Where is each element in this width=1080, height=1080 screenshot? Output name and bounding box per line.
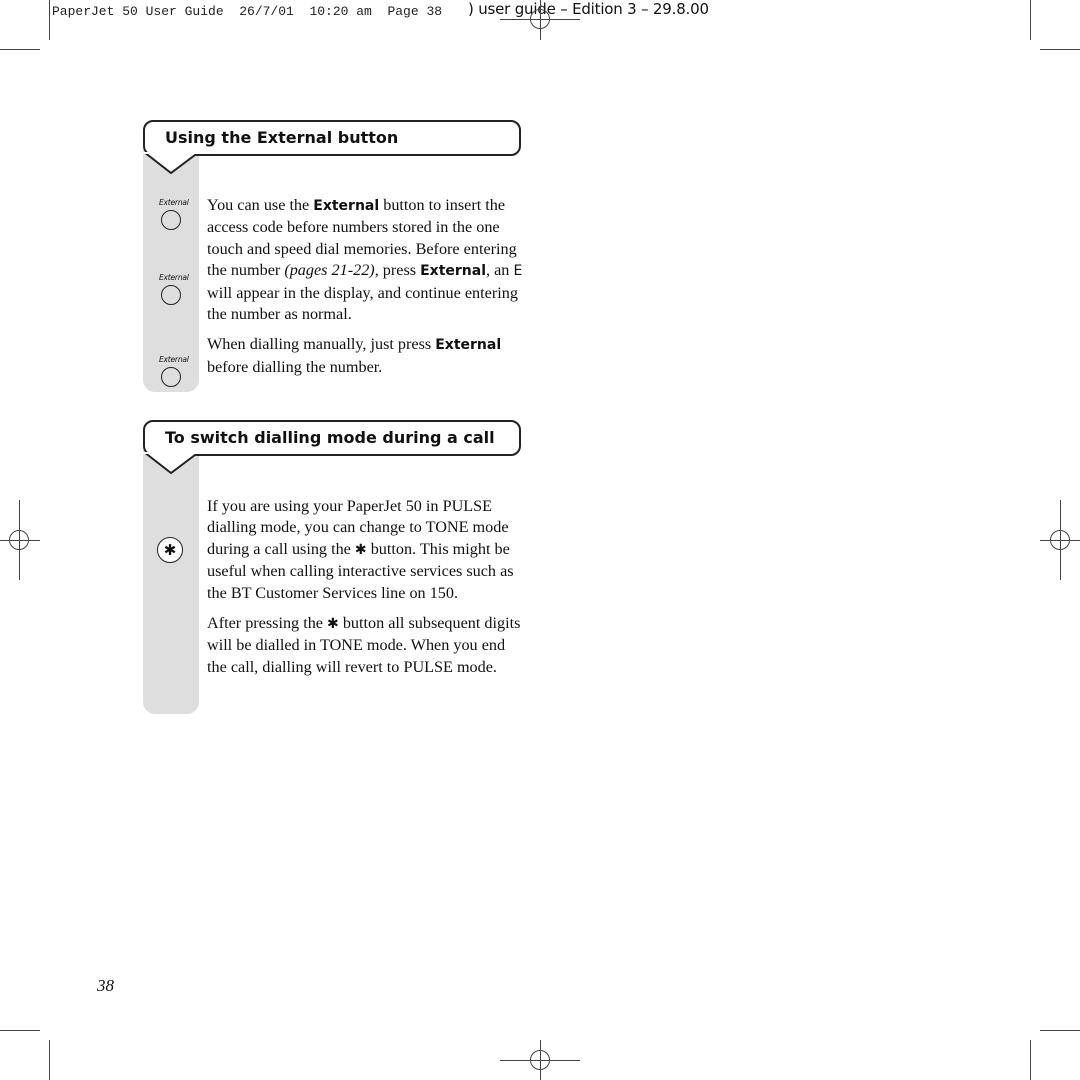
crop-mark <box>1030 1040 1031 1080</box>
external-button-icon: External <box>159 273 189 305</box>
section-heading: Using the External button <box>165 128 399 147</box>
page-reference: (pages 21-22) <box>284 261 375 280</box>
crop-mark <box>0 1030 40 1031</box>
paragraph: When dialling manually, just press Exter… <box>207 335 502 376</box>
print-slug: PaperJet 50 User Guide 26/7/01 10:20 am … <box>52 4 443 19</box>
star-icon: ✱ <box>327 616 339 633</box>
crop-mark <box>1040 1030 1080 1031</box>
star-button-icon: ✱ <box>157 537 183 563</box>
external-button-icon: External <box>159 355 189 387</box>
crop-mark <box>49 0 50 40</box>
paragraph: After pressing the ✱ button all subseque… <box>207 614 521 676</box>
section-body: If you are using your PaperJet 50 in PUL… <box>207 496 527 687</box>
external-button-icon: External <box>159 198 189 230</box>
section-heading: To switch dialling mode during a call <box>165 428 495 447</box>
crop-mark <box>1040 49 1080 50</box>
print-slug-edition: ) user guide – Edition 3 – 29.8.00 <box>468 0 709 18</box>
heading-pointer <box>143 452 201 475</box>
paragraph: You can use the External button to inser… <box>207 196 523 324</box>
circle-button-icon <box>161 210 181 230</box>
crop-mark <box>49 1040 50 1080</box>
section-heading-box: To switch dialling mode during a call <box>143 420 521 456</box>
button-sidebar <box>143 450 199 714</box>
section-heading-box: Using the External button <box>143 120 521 156</box>
crop-mark <box>0 49 40 50</box>
star-icon: ✱ <box>354 541 367 558</box>
page-number: 38 <box>97 976 114 995</box>
crop-mark <box>1030 0 1031 40</box>
paragraph: If you are using your PaperJet 50 in PUL… <box>207 497 514 602</box>
circle-button-icon <box>161 367 181 387</box>
section-body: You can use the External button to inser… <box>207 195 527 387</box>
circle-button-icon <box>161 285 181 305</box>
heading-pointer <box>143 152 201 175</box>
